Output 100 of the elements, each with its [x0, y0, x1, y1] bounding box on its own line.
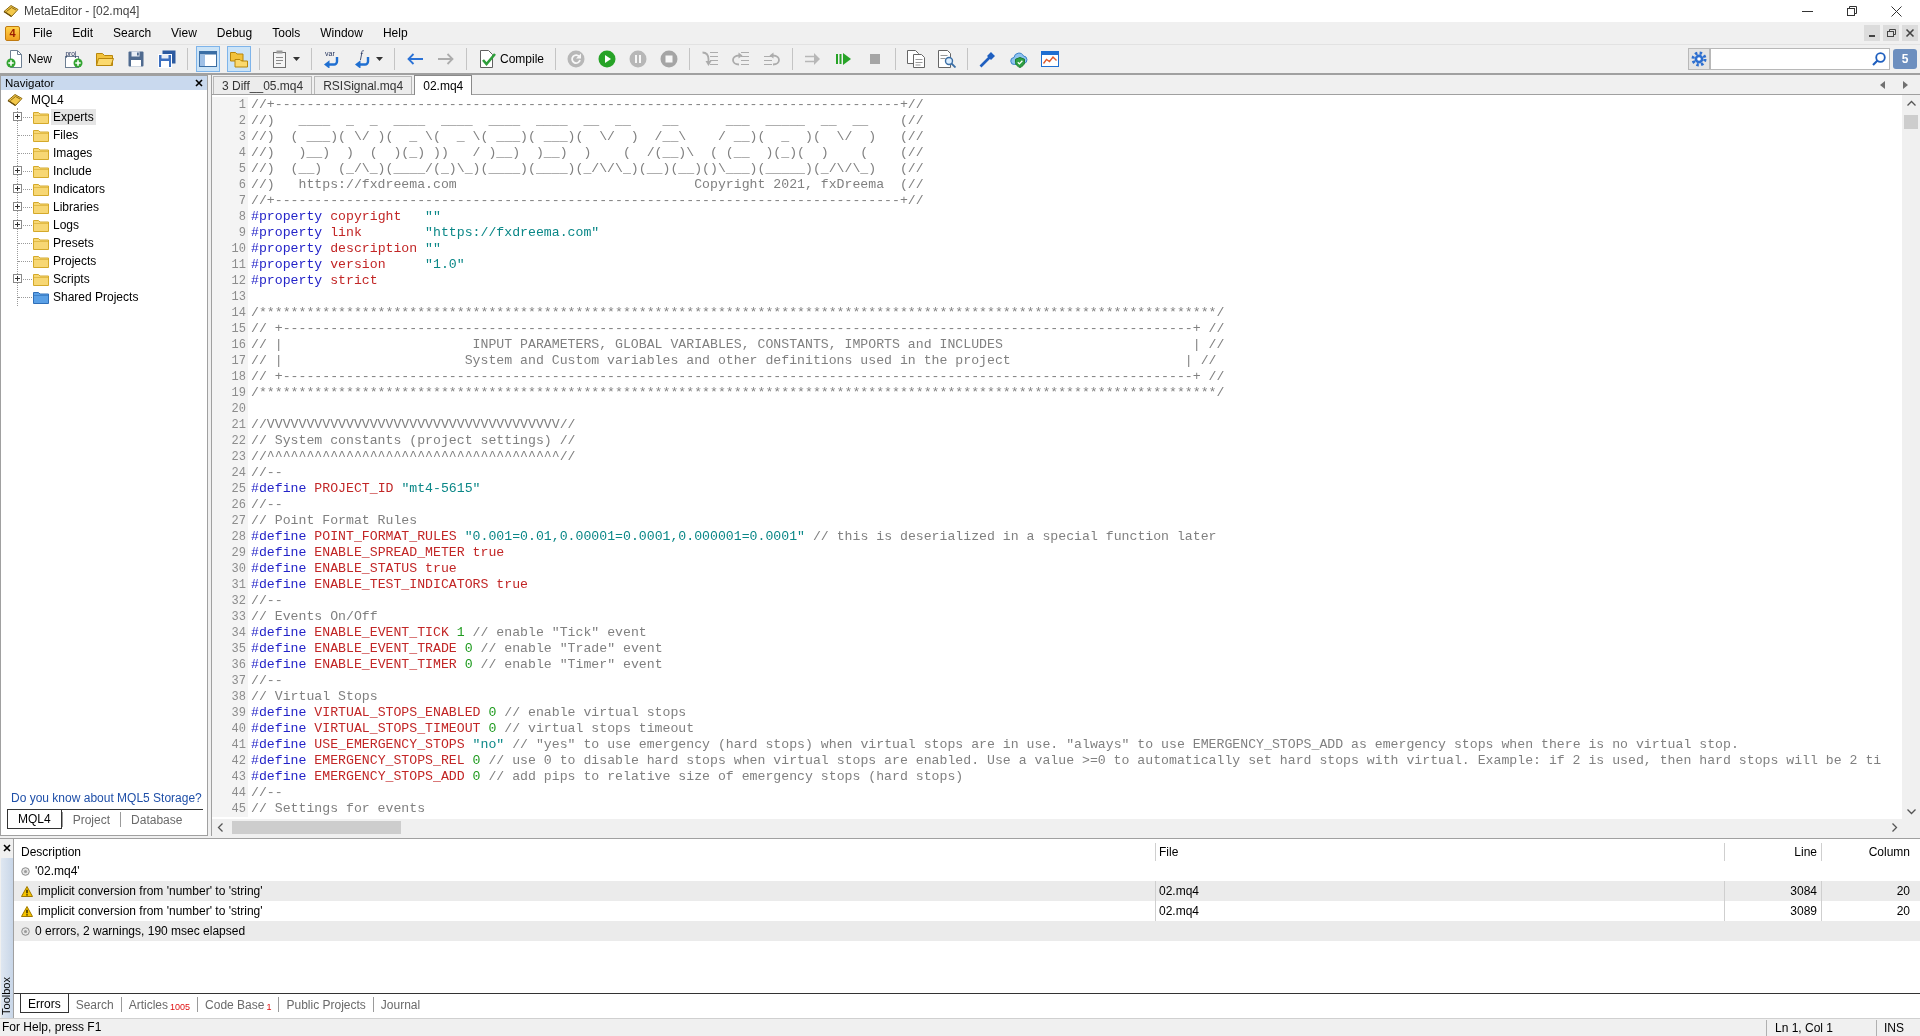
- tree-item[interactable]: Indicators: [51, 181, 108, 197]
- menu-item[interactable]: Help: [372, 23, 418, 43]
- expand-icon[interactable]: [13, 274, 22, 283]
- tree-item[interactable]: Shared Projects: [51, 289, 141, 305]
- code-line: //--: [251, 497, 283, 513]
- line-number: 13: [212, 289, 248, 305]
- tree-item[interactable]: Presets: [51, 235, 96, 251]
- scroll-down-icon[interactable]: [1906, 809, 1916, 815]
- menu-item[interactable]: Search: [103, 23, 162, 43]
- toolbar-button[interactable]: Compile: [475, 46, 548, 72]
- panel-tab[interactable]: Errors: [20, 994, 69, 1013]
- caret-icon: [376, 57, 383, 61]
- code-line: #define EMERGENCY_STOPS_ADD 0 // add pips to relative size of emergency stops (hard stops): [251, 769, 964, 785]
- code-line: #property version "1.0": [251, 257, 465, 273]
- search-field[interactable]: [1710, 48, 1890, 70]
- file-tab[interactable]: 02.mq4: [414, 75, 473, 95]
- panel-tab[interactable]: MQL4: [7, 810, 62, 829]
- code-line: //) https://fxdreema.com Copyright 2021, fxDreema (//: [251, 177, 924, 193]
- settings-icon[interactable]: [1688, 48, 1710, 70]
- scroll-left-icon[interactable]: [1880, 80, 1885, 89]
- scroll-up-icon[interactable]: [1906, 100, 1916, 106]
- code-line: //--: [251, 785, 283, 801]
- code-line: #define VIRTUAL_STOPS_TIMEOUT 0 // virtual stops timeout: [251, 721, 695, 737]
- code-line: #define PROJECT_ID "mt4-5615": [251, 481, 481, 497]
- tree-item[interactable]: MQL4: [29, 91, 66, 108]
- line-number: 29: [212, 545, 248, 561]
- curved-arrow-lines-icon: [732, 50, 751, 68]
- panel-tab[interactable]: Code Base 1: [197, 997, 279, 1012]
- scrollbar-thumb[interactable]: [232, 821, 401, 834]
- scroll-left-icon[interactable]: [217, 823, 223, 832]
- close-icon[interactable]: [2, 844, 11, 852]
- scroll-right-icon[interactable]: [1892, 823, 1898, 832]
- code-line: // +-------------------------------------------------------------------------------------------------------------------+ //: [251, 321, 1225, 337]
- line-number: 34: [212, 625, 248, 641]
- code-line: #define ENABLE_SPREAD_METER true: [251, 545, 505, 561]
- column-header[interactable]: Line: [1794, 844, 1817, 860]
- minimize-icon[interactable]: [1802, 10, 1813, 12]
- expand-icon[interactable]: [13, 220, 22, 229]
- expand-icon[interactable]: [13, 112, 22, 121]
- toolbar-button[interactable]: f: [351, 46, 386, 72]
- vertical-scrollbar[interactable]: [1902, 95, 1920, 819]
- menu-item[interactable]: Debug: [206, 23, 263, 43]
- panel-tab[interactable]: Journal: [372, 997, 428, 1012]
- code-line: // +-------------------------------------------------------------------------------------------------------------------+ //: [251, 369, 1225, 385]
- panel-tab[interactable]: Database: [120, 812, 193, 827]
- line-number: 41: [212, 737, 248, 753]
- column-header[interactable]: Column: [1868, 844, 1910, 860]
- scrollbar-thumb[interactable]: [1904, 115, 1918, 129]
- line-number: 33: [212, 609, 248, 625]
- count-text: 1005: [170, 1003, 191, 1012]
- restart-icon: [567, 50, 586, 68]
- menu-item[interactable]: Window: [310, 23, 373, 43]
- tree-item[interactable]: Images: [51, 145, 95, 161]
- code-line: #property strict: [251, 273, 378, 289]
- line-number: 25: [212, 481, 248, 497]
- menu-item[interactable]: Edit: [62, 23, 104, 43]
- close-icon[interactable]: [195, 79, 203, 87]
- panel-tab[interactable]: Public Projects: [278, 997, 373, 1012]
- line-number: 38: [212, 689, 248, 705]
- window-title: MetaEditor - [02.mq4]: [24, 3, 140, 19]
- tree-item[interactable]: Include: [51, 163, 94, 179]
- close-icon[interactable]: [1902, 25, 1918, 41]
- toolbar-button[interactable]: [196, 46, 220, 72]
- column-header[interactable]: File: [1159, 844, 1179, 860]
- line-number: 10: [212, 241, 248, 257]
- folder-icon: [96, 50, 114, 68]
- tree-item[interactable]: Libraries: [51, 199, 102, 215]
- code-line: #define ENABLE_EVENT_TICK 1 // enable "Tick" event: [251, 625, 647, 641]
- file-tab[interactable]: RSISignal.mq4: [314, 76, 413, 94]
- tree-item[interactable]: Projects: [51, 253, 99, 269]
- tree-item[interactable]: Files: [51, 127, 81, 143]
- column-header[interactable]: Description: [21, 844, 82, 860]
- file-tab[interactable]: 3 Diff__05.mq4: [213, 76, 313, 94]
- expand-icon[interactable]: [13, 202, 22, 211]
- expand-icon[interactable]: [13, 166, 22, 175]
- code-line: #property copyright "": [251, 209, 441, 225]
- clipboard-icon: [271, 50, 289, 68]
- panel-title: Toolbox: [0, 977, 13, 1015]
- toolbar-button[interactable]: New: [3, 46, 55, 72]
- close-icon[interactable]: [1891, 5, 1902, 17]
- restore-icon[interactable]: [1847, 6, 1857, 16]
- panel-tab[interactable]: Articles 1005: [120, 997, 198, 1012]
- storage-link[interactable]: Do you know about MQL5 Storage?: [11, 790, 202, 805]
- restore-icon[interactable]: [1883, 25, 1899, 41]
- search-icon[interactable]: [1872, 52, 1886, 66]
- table-cell: implicit conversion from 'number' to 'string': [38, 903, 263, 919]
- expand-icon[interactable]: [13, 184, 22, 193]
- line-number: 21: [212, 417, 248, 433]
- panel-tab[interactable]: Search: [68, 997, 121, 1012]
- menu-item[interactable]: File: [23, 23, 63, 43]
- tree-item[interactable]: Logs: [51, 217, 82, 233]
- panel-tab[interactable]: Project: [61, 812, 121, 827]
- menu-item[interactable]: Tools: [262, 23, 311, 43]
- table-cell: 3084: [1790, 883, 1817, 899]
- warning-icon: [21, 905, 33, 917]
- tree-item[interactable]: Experts: [51, 109, 96, 125]
- minimize-icon[interactable]: [1864, 25, 1880, 41]
- scroll-right-icon[interactable]: [1903, 80, 1908, 89]
- menu-item[interactable]: View: [161, 23, 207, 43]
- tree-item[interactable]: Scripts: [51, 271, 92, 287]
